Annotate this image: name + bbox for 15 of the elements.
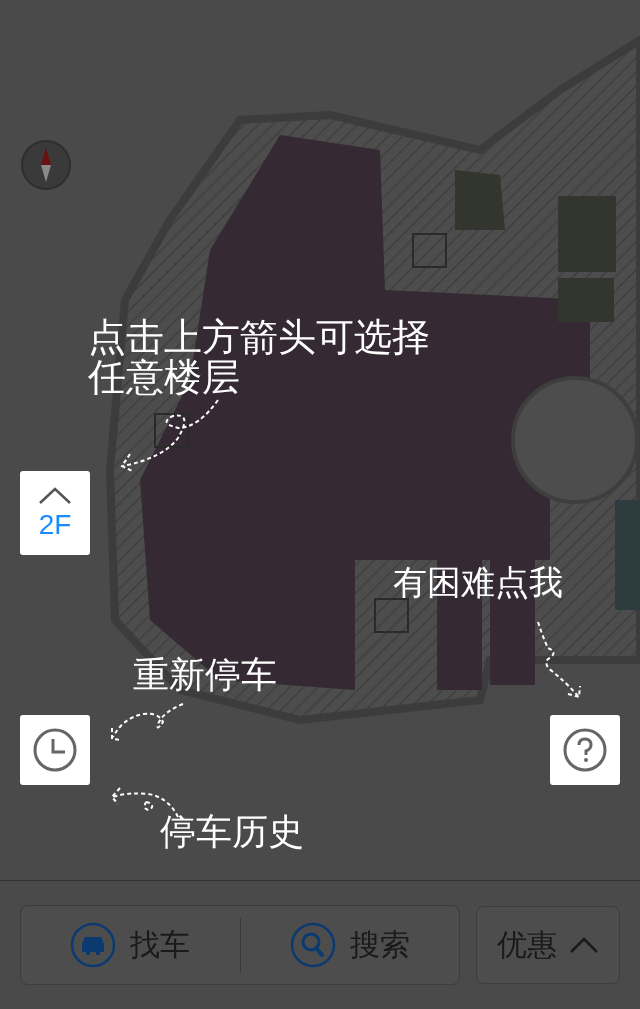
hint-text: 停车历史 (160, 813, 304, 851)
help-button[interactable] (550, 715, 620, 785)
search-icon (290, 922, 337, 968)
clock-icon (32, 727, 78, 773)
caret-icon (569, 936, 600, 954)
compass-icon[interactable] (21, 140, 71, 190)
hint-text: 重新停车 (133, 656, 277, 694)
history-button[interactable] (20, 715, 90, 785)
floor-label: 2F (38, 511, 72, 539)
help-icon (562, 727, 608, 773)
hint-text: 点击上方箭头可选择任意楼层 (88, 318, 431, 398)
hint-text: 有困难点我 (393, 565, 563, 601)
car-icon (70, 922, 117, 968)
floor-button[interactable]: 2F (20, 471, 90, 555)
caret-icon (38, 487, 72, 505)
